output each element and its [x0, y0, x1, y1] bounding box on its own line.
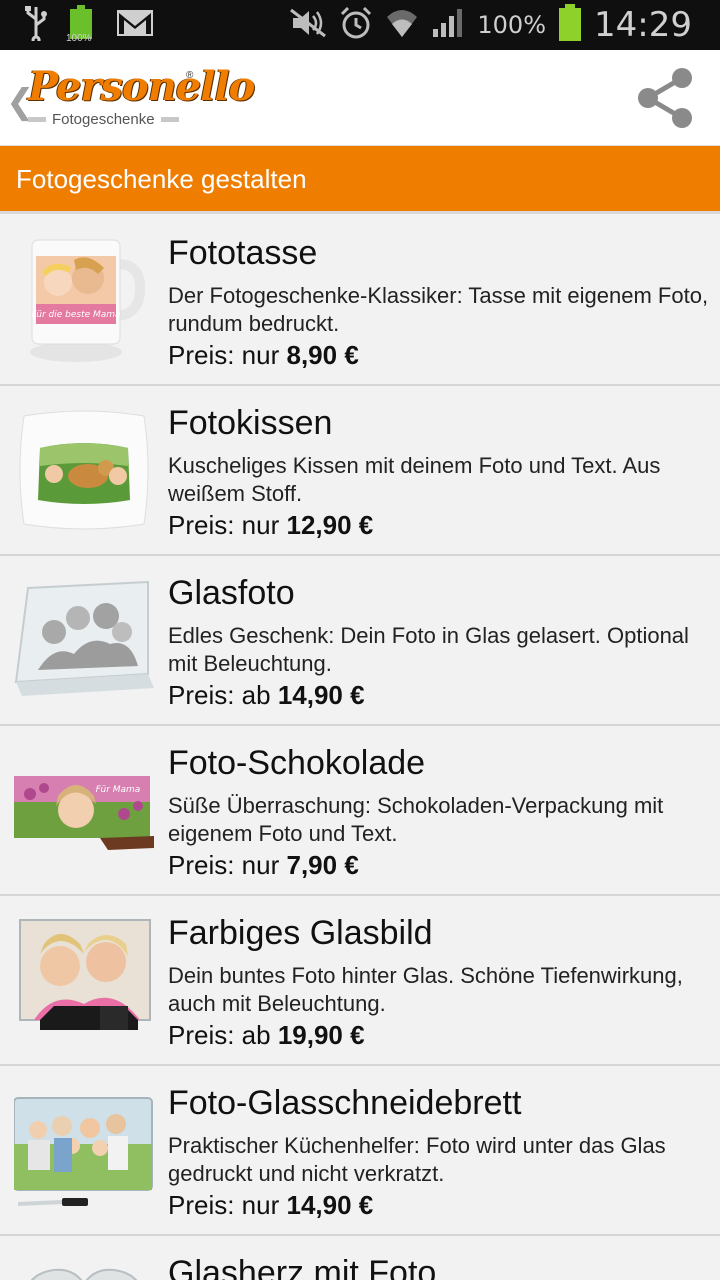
product-item-glasfoto[interactable]: Glasfoto Edles Geschenk: Dein Foto in Gl…: [0, 556, 720, 726]
share-button[interactable]: [632, 64, 700, 132]
pillow-image: [14, 404, 154, 538]
logo-subtitle-row: Fotogeschenke: [28, 110, 188, 128]
chocolate-image: Für Mama: [14, 744, 154, 878]
product-price: Preis: nur 14,90 €: [168, 1190, 373, 1221]
battery-icon: [558, 3, 582, 47]
product-price: Preis: nur 12,90 €: [168, 510, 373, 541]
logo-divider: [28, 116, 46, 122]
mute-icon: [289, 8, 327, 43]
product-list: Für die beste Mama Fototasse Der Fotoges…: [0, 216, 720, 1280]
product-item-fotokissen[interactable]: Fotokissen Kuscheliges Kissen mit deinem…: [0, 386, 720, 556]
chocolate-print-text: Für Mama: [96, 785, 141, 795]
price-value: 8,90 €: [286, 340, 359, 370]
price-prefix: Preis: ab: [168, 1020, 278, 1050]
signal-icon: [431, 7, 465, 44]
battery-small-label: 100%: [66, 33, 92, 44]
product-price: Preis: nur 7,90 €: [168, 850, 359, 881]
logo-registered-mark: ®: [186, 70, 194, 81]
price-value: 12,90 €: [286, 510, 374, 540]
action-bar: ❮ Personello ® Fotogeschenke: [0, 50, 720, 146]
product-title: Foto-Glasschneidebrett: [168, 1084, 522, 1122]
product-item-foto-schokolade[interactable]: Für Mama Foto-Schokolade Süße Überraschu…: [0, 726, 720, 896]
logo-wordmark: Personello: [28, 63, 255, 110]
price-prefix: Preis: nur: [168, 1190, 287, 1220]
mug-print-text: Für die beste Mama: [31, 310, 120, 320]
product-description: Süße Überraschung: Schokoladen-Verpackun…: [168, 793, 664, 846]
alarm-icon: [339, 6, 373, 45]
section-title: Fotogeschenke gestalten: [16, 164, 307, 194]
price-value: 14,90 €: [286, 1190, 374, 1220]
glass-photo-image: [14, 574, 154, 708]
logo-subtitle: Fotogeschenke: [52, 110, 155, 128]
product-description: Dein buntes Foto hinter Glas. Schöne Tie…: [168, 963, 683, 1016]
clock: 14:29: [594, 5, 692, 45]
color-glass-image: [14, 914, 154, 1048]
app-logo[interactable]: Personello ® Fotogeschenke: [28, 64, 255, 134]
price-value: 7,90 €: [286, 850, 359, 880]
cutting-board-image: [13, 1084, 154, 1218]
battery-percent: 100%: [477, 11, 547, 39]
gmail-icon: [116, 9, 154, 42]
status-bar: 100% 100% 14:29: [0, 0, 720, 50]
price-prefix: Preis: nur: [168, 340, 287, 370]
product-item-farbiges-glasbild[interactable]: Farbiges Glasbild Dein buntes Foto hinte…: [0, 896, 720, 1066]
product-title: Glasfoto: [168, 574, 295, 612]
product-title: Fotokissen: [168, 404, 333, 442]
price-prefix: Preis: nur: [168, 510, 287, 540]
product-item-foto-glasschneidebrett[interactable]: Foto-Glasschneidebrett Praktischer Küche…: [0, 1066, 720, 1236]
product-description: Edles Geschenk: Dein Foto in Glas gelase…: [168, 623, 689, 676]
price-prefix: Preis: ab: [168, 680, 278, 710]
price-prefix: Preis: nur: [168, 850, 287, 880]
product-description: Kuscheliges Kissen mit deinem Foto und T…: [168, 453, 661, 506]
product-description: Praktischer Küchenhelfer: Foto wird unte…: [168, 1133, 666, 1186]
product-title: Fototasse: [168, 234, 318, 272]
product-description: Der Fotogeschenke-Klassiker: Tasse mit e…: [168, 283, 709, 336]
notification-icons: 100%: [22, 5, 154, 46]
product-item-glasherz[interactable]: Glasherz mit Foto: [0, 1236, 720, 1280]
share-icon: [638, 68, 692, 128]
usb-icon: [22, 5, 50, 46]
product-title: Glasherz mit Foto: [168, 1254, 437, 1280]
product-price: Preis: ab 19,90 €: [168, 1020, 365, 1051]
product-price: Preis: ab 14,90 €: [168, 680, 365, 711]
section-header: Fotogeschenke gestalten: [0, 146, 720, 214]
battery-full-small-icon: 100%: [66, 5, 100, 45]
glass-heart-image: [14, 1254, 154, 1280]
price-value: 19,90 €: [277, 1020, 365, 1050]
logo-divider: [160, 116, 179, 122]
price-value: 14,90 €: [277, 680, 365, 710]
product-price: Preis: nur 8,90 €: [168, 340, 359, 371]
mug-image: Für die beste Mama: [14, 234, 154, 368]
product-title: Farbiges Glasbild: [168, 914, 433, 952]
system-icons: 100% 14:29: [289, 0, 692, 50]
product-title: Foto-Schokolade: [168, 744, 426, 782]
product-item-fototasse[interactable]: Für die beste Mama Fototasse Der Fotoges…: [0, 216, 720, 386]
wifi-icon: [385, 7, 419, 44]
